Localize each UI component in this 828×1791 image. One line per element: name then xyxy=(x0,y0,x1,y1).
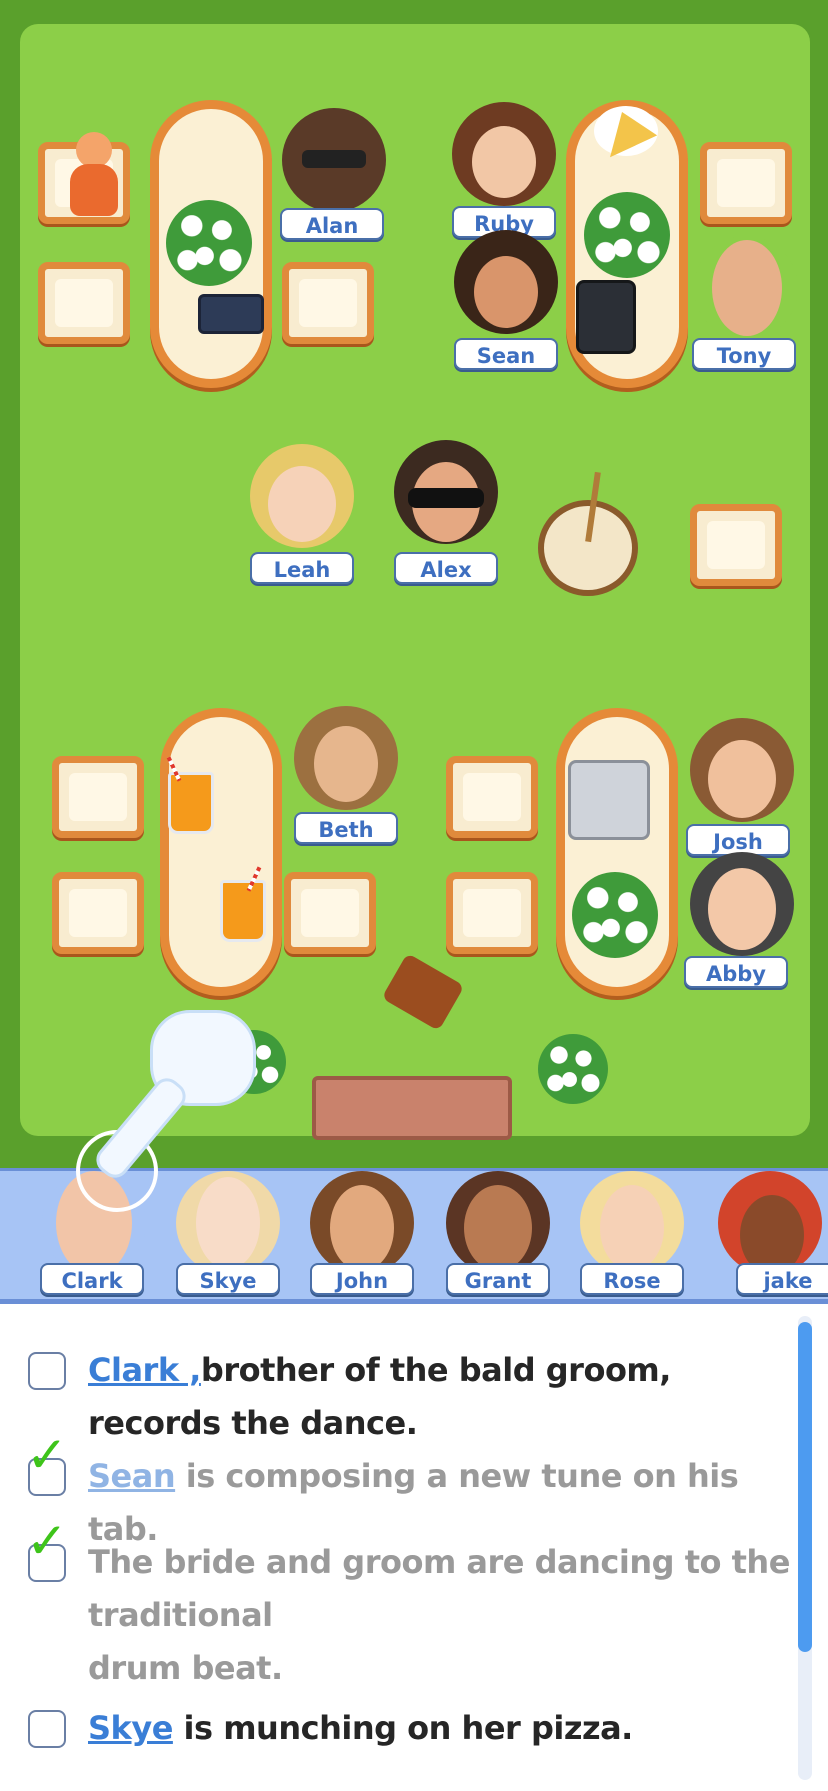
seat-empty[interactable] xyxy=(446,756,538,838)
tray-nametag-clark: Clark xyxy=(40,1263,144,1295)
juice-glass-icon xyxy=(220,880,266,942)
clue-name-link[interactable]: Sean xyxy=(88,1457,176,1495)
avatar-alan[interactable] xyxy=(282,108,386,212)
seat-empty[interactable] xyxy=(446,872,538,954)
checkmark-icon: ✓ xyxy=(26,1512,68,1570)
seat-empty[interactable] xyxy=(690,504,782,586)
flower-bouquet-icon xyxy=(572,872,658,958)
seat-empty[interactable] xyxy=(282,262,374,344)
avatar-alex[interactable] xyxy=(394,440,498,544)
flower-bouquet-icon xyxy=(538,1034,608,1104)
tray-avatar-jake[interactable] xyxy=(718,1171,822,1275)
nametag-alan: Alan xyxy=(280,208,384,240)
checkmark-icon: ✓ xyxy=(26,1426,68,1484)
clue-checkbox[interactable] xyxy=(28,1710,66,1748)
clue-text: The bride and groom are dancing to the t… xyxy=(88,1543,790,1687)
clue-name-link[interactable]: Skye xyxy=(88,1709,173,1747)
tablet-icon xyxy=(576,280,636,354)
seat-empty[interactable] xyxy=(700,142,792,224)
avatar-josh[interactable] xyxy=(690,718,794,822)
tray-avatar-skye[interactable] xyxy=(176,1171,280,1275)
tray-nametag-jake: jake xyxy=(736,1263,828,1295)
seat-empty[interactable] xyxy=(52,872,144,954)
tray-avatar-grant[interactable] xyxy=(446,1171,550,1275)
seat-empty[interactable] xyxy=(52,756,144,838)
nametag-leah: Leah xyxy=(250,552,354,584)
tray-nametag-rose: Rose xyxy=(580,1263,684,1295)
clue-text: Skye is munching on her pizza. xyxy=(88,1709,633,1747)
clue-checkbox[interactable] xyxy=(28,1352,66,1390)
clue-text: Clark ,brother of the bald groom, record… xyxy=(88,1351,671,1442)
cabinet-icon xyxy=(312,1076,512,1140)
nametag-abby: Abby xyxy=(684,956,788,988)
table-bottom-left xyxy=(160,708,282,996)
juice-glass-icon xyxy=(168,772,214,834)
nametag-beth: Beth xyxy=(294,812,398,844)
doll-icon xyxy=(64,132,124,222)
phone-icon xyxy=(198,294,264,334)
avatar-tony[interactable] xyxy=(694,236,798,340)
pointing-hand-icon xyxy=(90,1010,256,1184)
avatar-beth[interactable] xyxy=(294,706,398,810)
tray-nametag-skye: Skye xyxy=(176,1263,280,1295)
nametag-sean: Sean xyxy=(454,338,558,370)
laptop-icon xyxy=(568,760,650,840)
scrollbar-thumb[interactable] xyxy=(798,1322,812,1652)
avatar-leah[interactable] xyxy=(250,444,354,548)
nametag-alex: Alex xyxy=(394,552,498,584)
tray-nametag-grant: Grant xyxy=(446,1263,550,1295)
avatar-abby[interactable] xyxy=(690,852,794,956)
seat-empty[interactable] xyxy=(38,262,130,344)
clue-scrollbar[interactable] xyxy=(798,1316,812,1780)
avatar-sean[interactable] xyxy=(454,230,558,334)
flower-bouquet-icon xyxy=(584,192,670,278)
clue-name-link[interactable]: Clark , xyxy=(88,1351,201,1389)
avatar-ruby[interactable] xyxy=(452,102,556,206)
tray-avatar-john[interactable] xyxy=(310,1171,414,1275)
seat-empty[interactable] xyxy=(284,872,376,954)
tray-avatar-rose[interactable] xyxy=(580,1171,684,1275)
tray-nametag-john: John xyxy=(310,1263,414,1295)
nametag-tony: Tony xyxy=(692,338,796,370)
pizza-icon xyxy=(594,102,658,158)
flower-bouquet-icon xyxy=(166,200,252,286)
